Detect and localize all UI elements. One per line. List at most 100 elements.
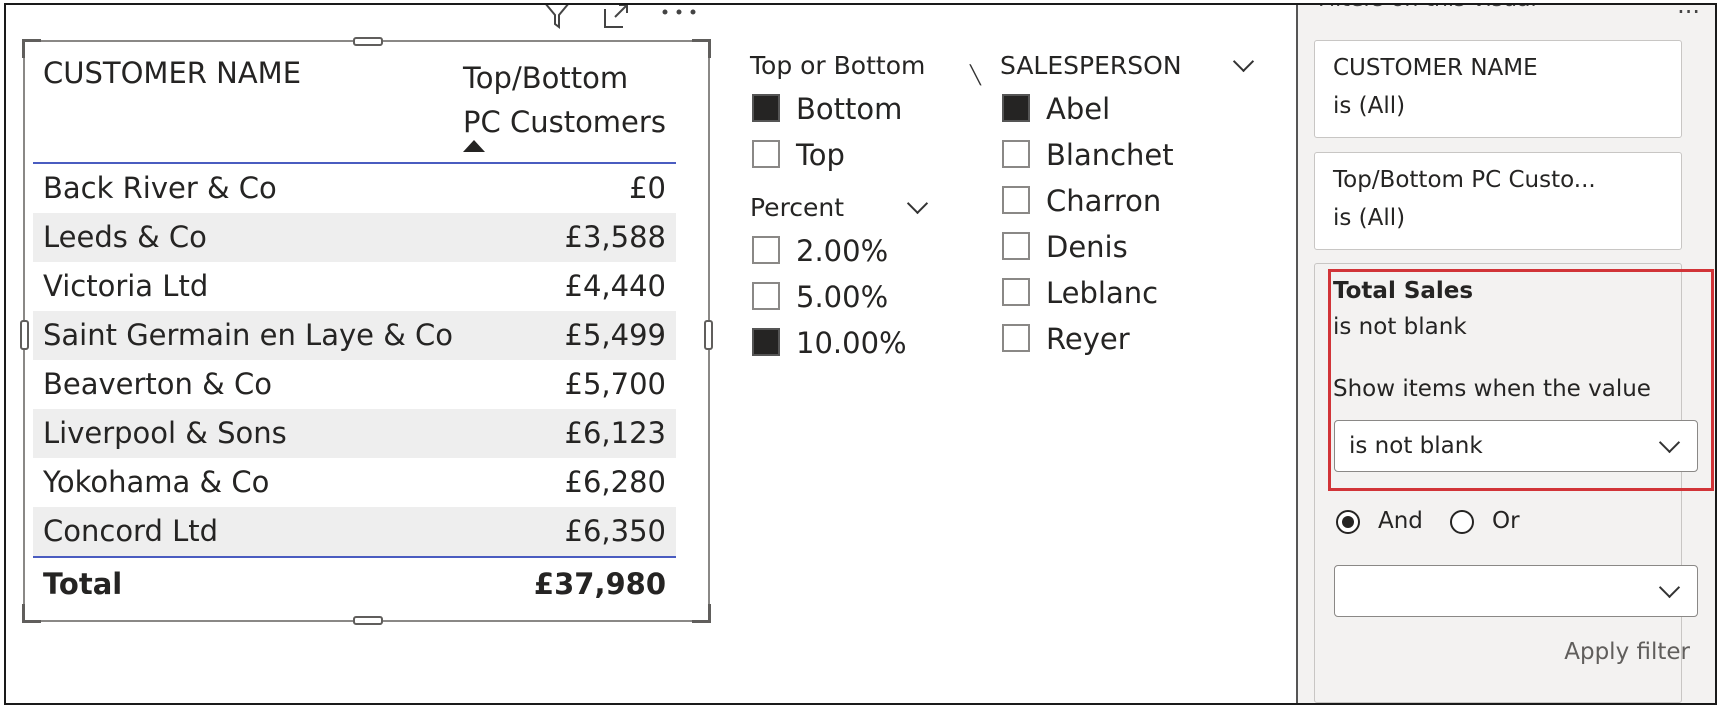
highlight-box — [1328, 269, 1714, 491]
table-row[interactable]: Beaverton & Co £5,700 — [33, 360, 676, 409]
column-header-line: Top/Bottom — [463, 61, 629, 95]
apply-filter-button[interactable]: Apply filter — [1564, 639, 1690, 665]
table-row[interactable]: Back River & Co £0 — [33, 164, 676, 213]
table-row[interactable]: Victoria Ltd £4,440 — [33, 262, 676, 311]
option-label: Reyer — [1046, 322, 1130, 356]
slicer-option[interactable]: Denis — [1000, 224, 1270, 270]
cell-customer-name: Liverpool & Sons — [43, 416, 287, 450]
visual-header — [543, 3, 703, 33]
chevron-down-icon[interactable] — [1232, 50, 1255, 73]
cell-value: £5,499 — [564, 318, 666, 352]
cell-customer-name: Yokohama & Co — [43, 465, 270, 499]
chevron-down-icon[interactable] — [906, 192, 929, 215]
column-header-top-bottom-pc[interactable]: Top/Bottom PC Customers — [463, 56, 673, 144]
slicer-title-text: Top or Bottom — [750, 51, 926, 80]
checkbox[interactable] — [752, 140, 780, 168]
table-row[interactable]: Leeds & Co £3,588 — [33, 213, 676, 262]
table-total-row: Total £37,980 — [33, 558, 676, 610]
checkbox[interactable] — [1002, 278, 1030, 306]
checkbox-checked[interactable] — [1002, 94, 1030, 122]
slicer-option-top[interactable]: Top — [750, 132, 980, 178]
slicer-option[interactable]: Leblanc — [1000, 270, 1270, 316]
option-label: 10.00% — [796, 326, 907, 360]
table-row[interactable]: Saint Germain en Laye & Co £5,499 — [33, 311, 676, 360]
checkbox-checked[interactable] — [752, 328, 780, 356]
filter-card-state: is (All) — [1333, 205, 1406, 231]
table-header: CUSTOMER NAME Top/Bottom PC Customers — [33, 52, 676, 164]
slicer-option[interactable]: 10.00% — [750, 320, 930, 366]
radio-or[interactable] — [1450, 510, 1474, 534]
slicer-option[interactable]: Reyer — [1000, 316, 1270, 362]
slicer-option[interactable]: Blanchet — [1000, 132, 1270, 178]
filter-card-customer-name[interactable]: CUSTOMER NAME is (All) — [1314, 40, 1682, 138]
total-label: Total — [43, 567, 123, 601]
slicer-title: Percent — [750, 188, 930, 228]
slicer-title-text: Percent — [750, 193, 845, 222]
cell-value: £0 — [629, 171, 666, 205]
cell-value: £6,350 — [564, 514, 666, 548]
table-body: Back River & Co £0 Leeds & Co £3,588 Victo… — [33, 164, 676, 558]
table-row[interactable]: Liverpool & Sons £6,123 — [33, 409, 676, 458]
cell-customer-name: Leeds & Co — [43, 220, 207, 254]
resize-handle-left[interactable] — [20, 320, 29, 350]
second-condition-dropdown[interactable] — [1334, 565, 1698, 617]
resize-handle-top[interactable] — [353, 37, 383, 46]
table-row[interactable]: Concord Ltd £6,350 — [33, 507, 676, 556]
radio-and-label[interactable]: And — [1378, 508, 1423, 534]
cell-customer-name: Back River & Co — [43, 171, 277, 205]
report-canvas: CUSTOMER NAME Top/Bottom PC Customers Ba… — [4, 3, 1717, 705]
cell-value: £3,588 — [564, 220, 666, 254]
filter-icon[interactable] — [543, 3, 571, 29]
table-row[interactable]: Yokohama & Co £6,280 — [33, 458, 676, 507]
filters-pane: Filters on this visual ... CUSTOMER NAME… — [1296, 5, 1715, 703]
focus-mode-icon[interactable] — [603, 3, 631, 29]
checkbox[interactable] — [1002, 232, 1030, 260]
cell-customer-name: Beaverton & Co — [43, 367, 272, 401]
filter-card-top-bottom-pc[interactable]: Top/Bottom PC Custo... is (All) — [1314, 152, 1682, 250]
radio-and[interactable] — [1336, 510, 1360, 534]
cell-value: £6,123 — [564, 416, 666, 450]
slicer-title: Top or Bottom ╲ — [750, 46, 981, 86]
option-label: Charron — [1046, 184, 1162, 218]
cell-value: £6,280 — [564, 465, 666, 499]
checkbox-checked[interactable] — [752, 94, 780, 122]
option-label: Top — [796, 138, 845, 172]
slicer-option[interactable]: 2.00% — [750, 228, 930, 274]
filter-card-title: CUSTOMER NAME — [1333, 55, 1538, 81]
slicer-option-bottom[interactable]: Bottom — [750, 86, 980, 132]
filters-pane-title: Filters on this visual — [1318, 5, 1537, 12]
checkbox[interactable] — [752, 282, 780, 310]
filter-card-state: is (All) — [1333, 93, 1406, 119]
option-label: Leblanc — [1046, 276, 1159, 310]
filter-card-title: Top/Bottom PC Custo... — [1333, 167, 1596, 193]
data-table: CUSTOMER NAME Top/Bottom PC Customers Ba… — [33, 52, 676, 610]
more-options-icon[interactable]: ... — [1677, 5, 1700, 19]
option-label: 2.00% — [796, 234, 889, 268]
cell-customer-name: Concord Ltd — [43, 514, 219, 548]
more-options-icon[interactable] — [661, 7, 697, 17]
option-label: Bottom — [796, 92, 903, 126]
checkbox[interactable] — [1002, 324, 1030, 352]
sort-ascending-icon[interactable] — [463, 140, 485, 152]
radio-or-label[interactable]: Or — [1492, 508, 1520, 534]
slicer-option[interactable]: 5.00% — [750, 274, 930, 320]
slicer-title: SALESPERSON — [1000, 46, 1270, 86]
checkbox[interactable] — [1002, 186, 1030, 214]
resize-corner[interactable] — [692, 39, 711, 58]
slicer-option[interactable]: Charron — [1000, 178, 1270, 224]
slicer-title-text: SALESPERSON — [1000, 51, 1182, 80]
option-label: Blanchet — [1046, 138, 1174, 172]
checkbox[interactable] — [752, 236, 780, 264]
slicer-salesperson: SALESPERSON Abel Blanchet Charron Denis … — [1000, 46, 1270, 362]
checkbox[interactable] — [1002, 140, 1030, 168]
column-header-line: PC Customers — [463, 105, 666, 139]
resize-corner[interactable] — [692, 604, 711, 623]
table-visual[interactable]: CUSTOMER NAME Top/Bottom PC Customers Ba… — [20, 37, 713, 625]
slicer-option[interactable]: Abel — [1000, 86, 1270, 132]
resize-handle-right[interactable] — [704, 320, 713, 350]
chevron-down-icon — [1658, 576, 1681, 599]
column-header-customer-name[interactable]: CUSTOMER NAME — [43, 56, 301, 90]
total-value: £37,980 — [533, 567, 666, 601]
resize-handle-bottom[interactable] — [353, 616, 383, 625]
option-label: 5.00% — [796, 280, 889, 314]
